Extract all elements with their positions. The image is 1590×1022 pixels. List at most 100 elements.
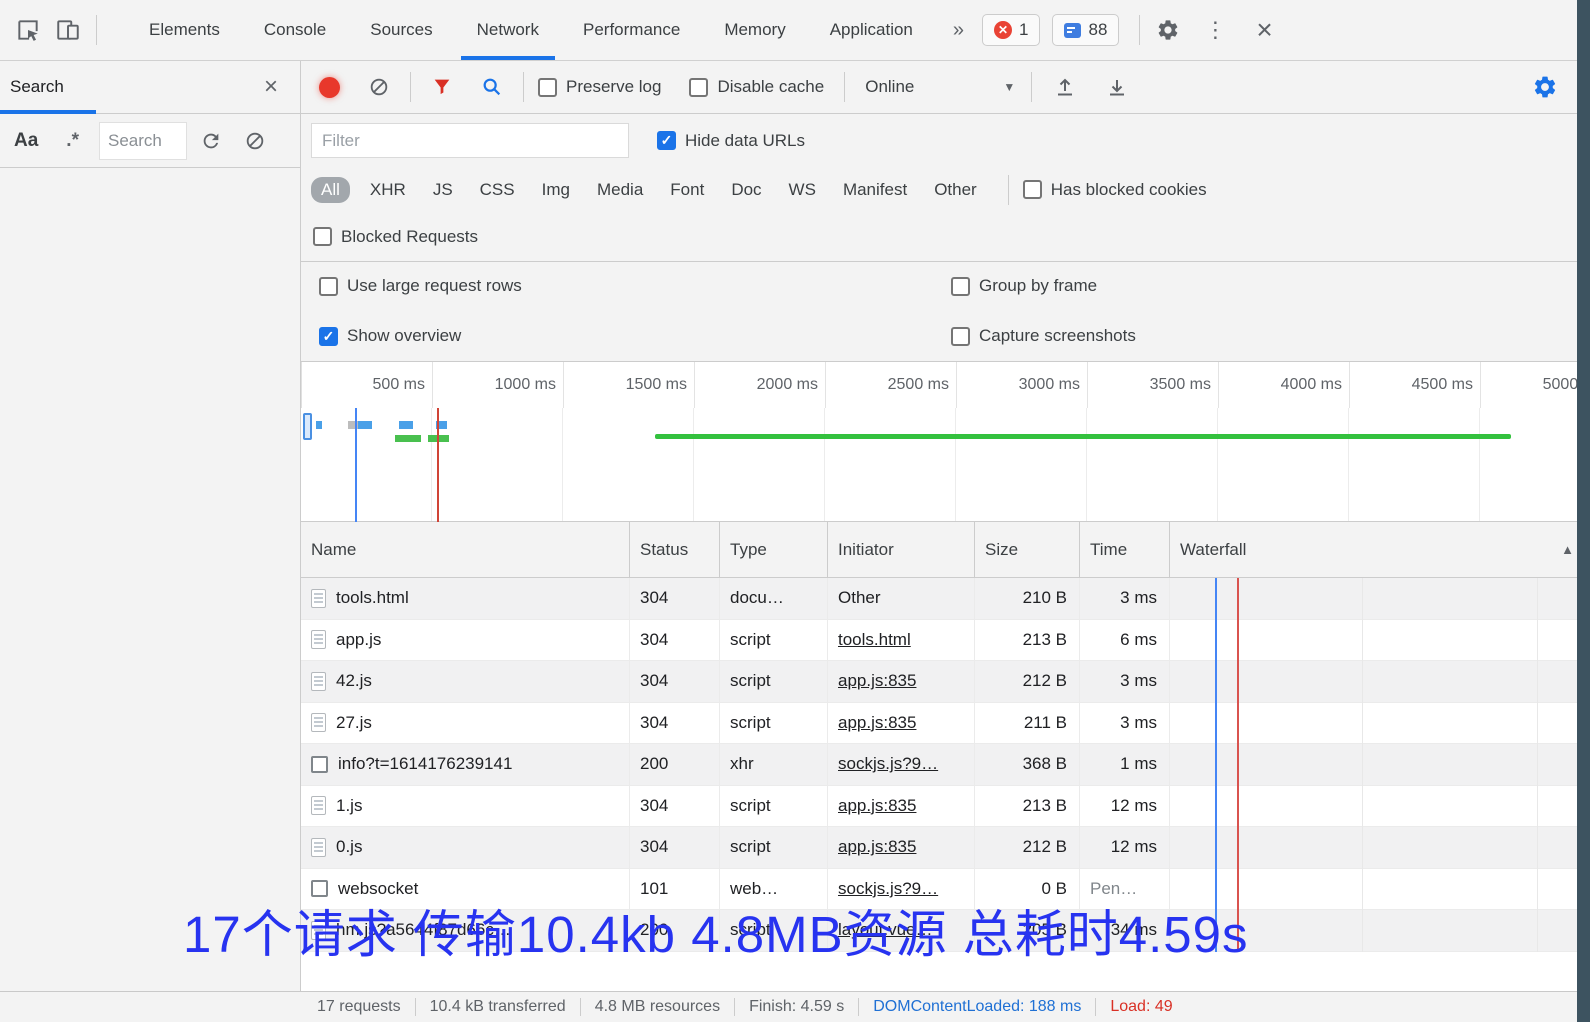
use-large-request-rows-label: Use large request rows	[347, 276, 522, 296]
requests-table-header: Name Status Type Initiator Size Time Wat…	[301, 522, 1590, 578]
timeline-ruler[interactable]: 500 ms1000 ms1500 ms2000 ms2500 ms3000 m…	[301, 362, 1590, 408]
error-count: 1	[1019, 20, 1028, 40]
dcl-marker-line	[355, 408, 357, 522]
throttling-select[interactable]: Online ▼	[865, 77, 1015, 97]
filter-funnel-icon[interactable]	[425, 70, 459, 104]
filter-type-css[interactable]: CSS	[480, 180, 515, 200]
has-blocked-cookies-label: Has blocked cookies	[1051, 180, 1207, 200]
column-header-type[interactable]: Type	[720, 522, 828, 577]
disable-cache-checkbox[interactable]	[689, 78, 708, 97]
has-blocked-cookies-checkbox[interactable]	[1023, 180, 1042, 199]
tab-console[interactable]: Console	[242, 0, 348, 60]
filter-input[interactable]	[311, 123, 629, 158]
settings-gear-icon[interactable]	[1148, 10, 1188, 50]
overview-long-request-bar	[655, 434, 1511, 439]
initiator-link[interactable]: sockjs.js?9…	[838, 754, 938, 774]
search-panel-header: Search ×	[0, 61, 300, 114]
filter-type-media[interactable]: Media	[597, 180, 643, 200]
use-large-request-rows-checkbox[interactable]	[319, 277, 338, 296]
timeline-overview[interactable]	[301, 408, 1590, 522]
search-requests-icon[interactable]	[475, 70, 509, 104]
status-bar-item: Load: 49	[1096, 998, 1186, 1016]
status-bar-item: 4.8 MB resources	[581, 998, 735, 1016]
cell-type: script	[720, 786, 828, 827]
initiator-link[interactable]: app.js:835	[838, 671, 916, 691]
network-panel: Preserve log Disable cache Online ▼	[301, 61, 1590, 991]
filter-type-xhr[interactable]: XHR	[370, 180, 406, 200]
initiator-link[interactable]: app.js:835	[838, 796, 916, 816]
table-row[interactable]: info?t=1614176239141 200 xhr sockjs.js?9…	[301, 744, 1590, 786]
table-row[interactable]: 1.js 304 script app.js:835 213 B 12 ms	[301, 786, 1590, 828]
column-header-name[interactable]: Name	[301, 522, 630, 577]
tab-sources[interactable]: Sources	[348, 0, 454, 60]
column-header-size[interactable]: Size	[975, 522, 1080, 577]
table-row[interactable]: 27.js 304 script app.js:835 211 B 3 ms	[301, 703, 1590, 745]
device-toolbar-icon[interactable]	[48, 10, 88, 50]
filter-type-all[interactable]: All	[311, 177, 350, 203]
regex-toggle[interactable]: .*	[60, 130, 85, 152]
kebab-menu-icon[interactable]: ⋮	[1188, 17, 1242, 43]
filter-type-manifest[interactable]: Manifest	[843, 180, 907, 200]
show-overview-checkbox[interactable]	[319, 327, 338, 346]
tab-network[interactable]: Network	[455, 0, 561, 60]
group-by-frame-checkbox[interactable]	[951, 277, 970, 296]
cell-type: script	[720, 827, 828, 868]
hide-data-urls-checkbox[interactable]	[657, 131, 676, 150]
tab-memory[interactable]: Memory	[702, 0, 807, 60]
table-row[interactable]: tools.html 304 docu… Other 210 B 3 ms	[301, 578, 1590, 620]
request-name: tools.html	[336, 588, 409, 608]
filter-type-js[interactable]: JS	[433, 180, 453, 200]
request-name: 27.js	[336, 713, 372, 733]
preserve-log-checkbox[interactable]	[538, 78, 557, 97]
tab-performance[interactable]: Performance	[561, 0, 702, 60]
search-input[interactable]	[99, 122, 187, 160]
message-count: 88	[1088, 20, 1107, 40]
table-row[interactable]: 42.js 304 script app.js:835 212 B 3 ms	[301, 661, 1590, 703]
filter-type-other[interactable]: Other	[934, 180, 977, 200]
clear-icon[interactable]	[362, 70, 396, 104]
initiator-link[interactable]: tools.html	[838, 630, 911, 650]
cell-status: 304	[630, 620, 720, 661]
export-har-icon[interactable]	[1100, 70, 1134, 104]
overview-request-bar	[395, 435, 421, 442]
more-tabs-icon[interactable]: »	[935, 19, 982, 42]
network-options: Use large request rows Group by frame Sh…	[301, 262, 1590, 362]
table-row[interactable]: 0.js 304 script app.js:835 212 B 12 ms	[301, 827, 1590, 869]
column-header-waterfall[interactable]: Waterfall ▲	[1170, 522, 1590, 577]
refresh-icon[interactable]	[191, 121, 231, 161]
filter-type-ws[interactable]: WS	[789, 180, 816, 200]
overview-selection-handle[interactable]	[303, 413, 312, 440]
tab-elements[interactable]: Elements	[127, 0, 242, 60]
network-settings-gear-icon[interactable]	[1528, 70, 1562, 104]
record-button[interactable]	[319, 77, 340, 98]
tab-application[interactable]: Application	[808, 0, 935, 60]
match-case-toggle[interactable]: Aa	[8, 130, 44, 152]
column-header-time[interactable]: Time	[1080, 522, 1170, 577]
divider	[1008, 175, 1009, 205]
import-har-icon[interactable]	[1048, 70, 1082, 104]
blocked-requests-checkbox[interactable]	[313, 227, 332, 246]
table-row[interactable]: app.js 304 script tools.html 213 B 6 ms	[301, 620, 1590, 662]
filter-type-img[interactable]: Img	[542, 180, 570, 200]
filter-type-font[interactable]: Font	[670, 180, 704, 200]
cell-type: script	[720, 703, 828, 744]
search-tab[interactable]: Search	[10, 77, 64, 97]
column-header-status[interactable]: Status	[630, 522, 720, 577]
clear-results-icon[interactable]	[235, 121, 275, 161]
filter-type-doc[interactable]: Doc	[731, 180, 761, 200]
blocked-requests-row: Blocked Requests	[301, 212, 1590, 262]
initiator-link[interactable]: app.js:835	[838, 713, 916, 733]
timeline-tick: 1000 ms	[433, 362, 564, 408]
cell-time: 3 ms	[1080, 661, 1170, 702]
error-badge[interactable]: ✕ 1	[982, 14, 1040, 46]
close-devtools-icon[interactable]: ×	[1242, 16, 1286, 44]
close-search-icon[interactable]: ×	[264, 73, 290, 101]
search-toolbar: Aa .*	[0, 114, 300, 168]
cell-waterfall	[1170, 703, 1180, 744]
inspect-element-icon[interactable]	[8, 10, 48, 50]
capture-screenshots-checkbox[interactable]	[951, 327, 970, 346]
initiator-link[interactable]: app.js:835	[838, 837, 916, 857]
column-header-initiator[interactable]: Initiator	[828, 522, 975, 577]
cell-size: 213 B	[975, 786, 1080, 827]
message-badge[interactable]: 88	[1052, 14, 1119, 46]
